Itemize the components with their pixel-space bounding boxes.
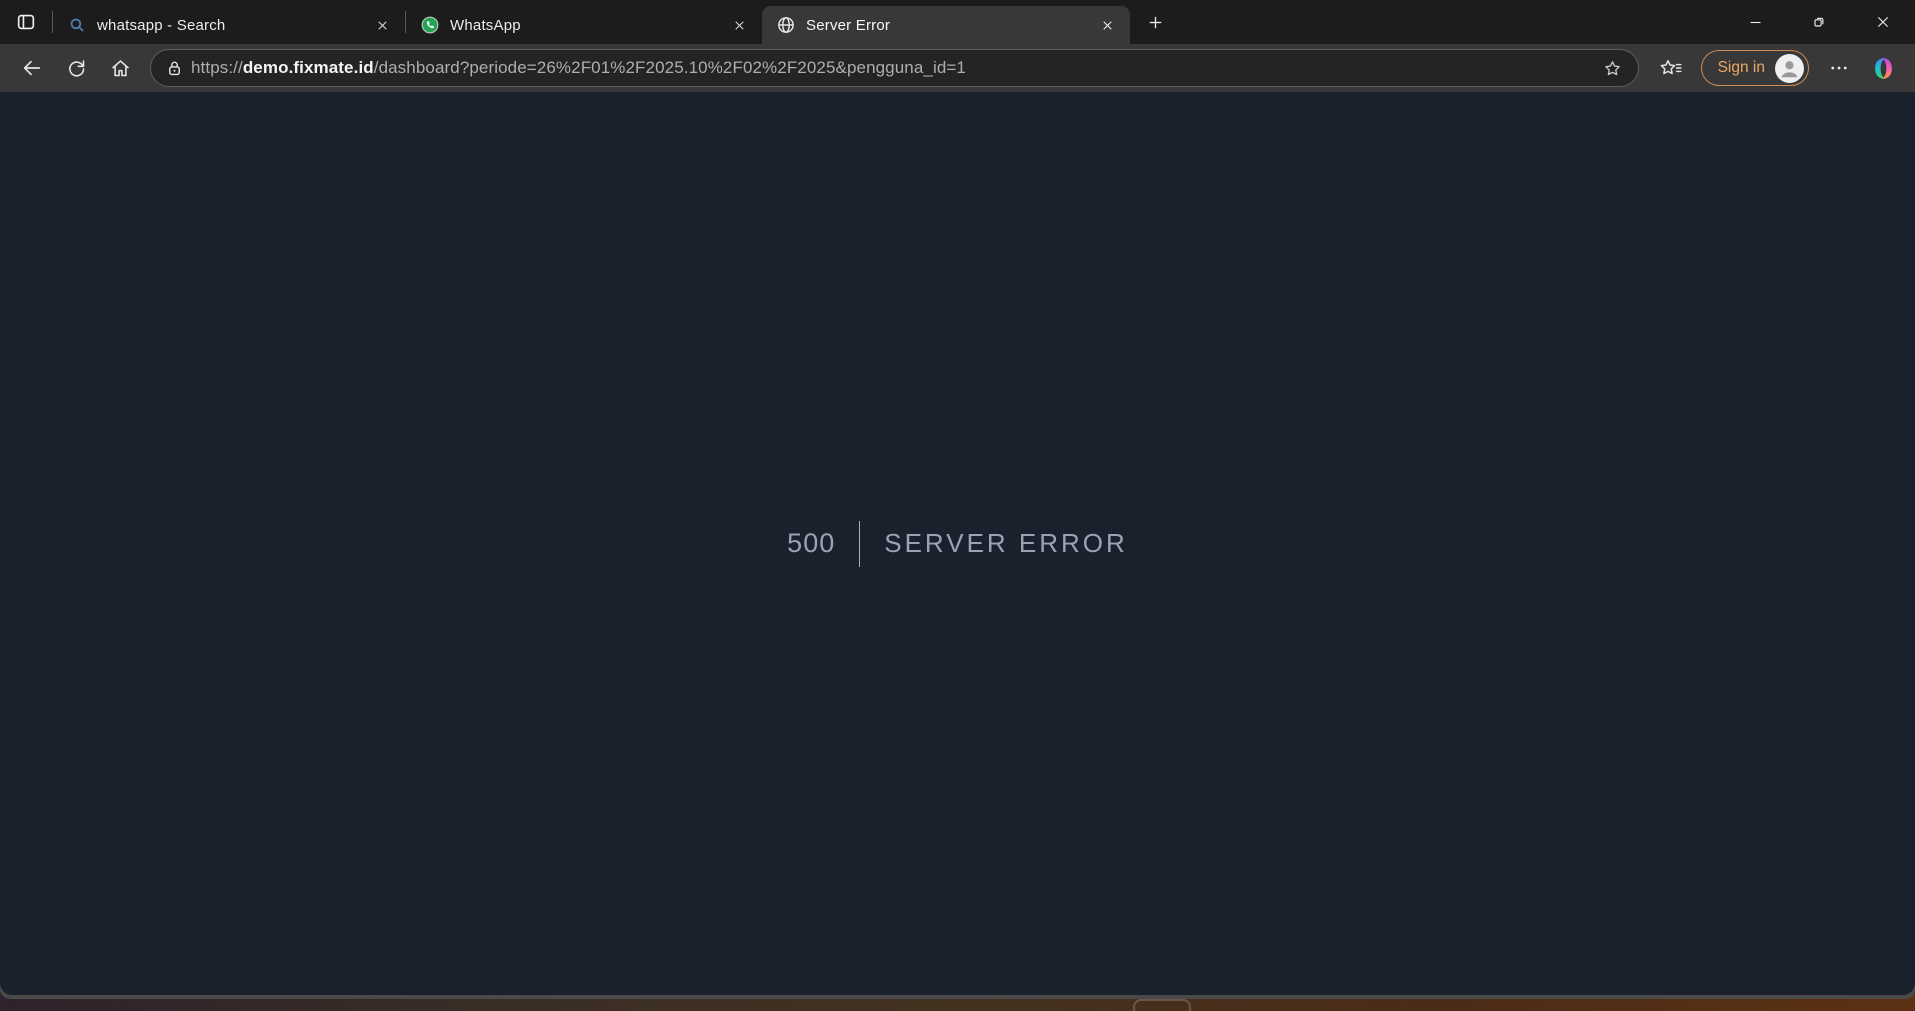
minimize-button[interactable] [1723, 0, 1787, 44]
search-icon [67, 15, 87, 35]
restore-icon [1811, 14, 1827, 30]
tab-title: WhatsApp [450, 17, 716, 34]
back-arrow-icon [21, 57, 43, 79]
window-controls [1723, 0, 1915, 44]
copilot-button[interactable] [1863, 49, 1903, 87]
browser-window: whatsapp - Search WhatsApp [0, 0, 1915, 999]
plus-icon [1147, 14, 1164, 31]
url-scheme: https:// [191, 58, 243, 77]
new-tab-button[interactable] [1138, 5, 1172, 39]
copilot-icon [1870, 55, 1897, 82]
back-button[interactable] [12, 49, 52, 87]
server-error-message: 500 SERVER ERROR [787, 521, 1128, 567]
minimize-icon [1748, 15, 1763, 30]
sign-in-button[interactable]: Sign in [1701, 50, 1809, 86]
tab-bar: whatsapp - Search WhatsApp [0, 0, 1915, 44]
settings-menu-button[interactable] [1819, 49, 1859, 87]
tab-whatsapp-search[interactable]: whatsapp - Search [53, 6, 405, 44]
tab-close-button[interactable] [369, 12, 395, 38]
star-icon [1603, 59, 1622, 78]
profile-avatar-icon [1775, 54, 1804, 83]
close-icon [1875, 14, 1891, 30]
home-icon [110, 58, 131, 79]
restore-button[interactable] [1787, 0, 1851, 44]
tab-title: Server Error [806, 17, 1084, 34]
ellipsis-icon [1829, 58, 1849, 78]
error-code: 500 [787, 528, 859, 559]
tab-whatsapp[interactable]: WhatsApp [406, 6, 762, 44]
home-button[interactable] [100, 49, 140, 87]
url-domain: demo.fixmate.id [243, 58, 374, 77]
sign-in-label: Sign in [1718, 59, 1765, 77]
tab-close-button[interactable] [726, 12, 752, 38]
refresh-button[interactable] [56, 49, 96, 87]
tab-server-error[interactable]: Server Error [762, 6, 1130, 44]
whatsapp-icon [420, 15, 440, 35]
close-window-button[interactable] [1851, 0, 1915, 44]
error-message: SERVER ERROR [860, 528, 1128, 559]
navigation-toolbar: https://demo.fixmate.id/dashboard?period… [0, 44, 1915, 92]
tab-title: whatsapp - Search [97, 17, 359, 34]
globe-icon [776, 15, 796, 35]
favorites-star-list-icon [1659, 56, 1683, 80]
address-bar[interactable]: https://demo.fixmate.id/dashboard?period… [150, 49, 1639, 87]
titlebar-drag-area [1172, 0, 1723, 44]
page-viewport: 500 SERVER ERROR [0, 92, 1915, 995]
lock-icon [165, 59, 184, 78]
tab-actions-icon [15, 11, 37, 33]
url-text: https://demo.fixmate.id/dashboard?period… [191, 58, 1596, 78]
add-favorite-button[interactable] [1596, 52, 1630, 84]
refresh-icon [66, 58, 87, 79]
tab-close-button[interactable] [1094, 12, 1120, 38]
desktop-taskbar-hint [1133, 999, 1191, 1011]
tab-actions-menu-button[interactable] [0, 0, 52, 44]
favorites-button[interactable] [1651, 49, 1691, 87]
site-security-button[interactable] [157, 52, 191, 84]
url-path: /dashboard?periode=26%2F01%2F2025.10%2F0… [374, 58, 966, 77]
